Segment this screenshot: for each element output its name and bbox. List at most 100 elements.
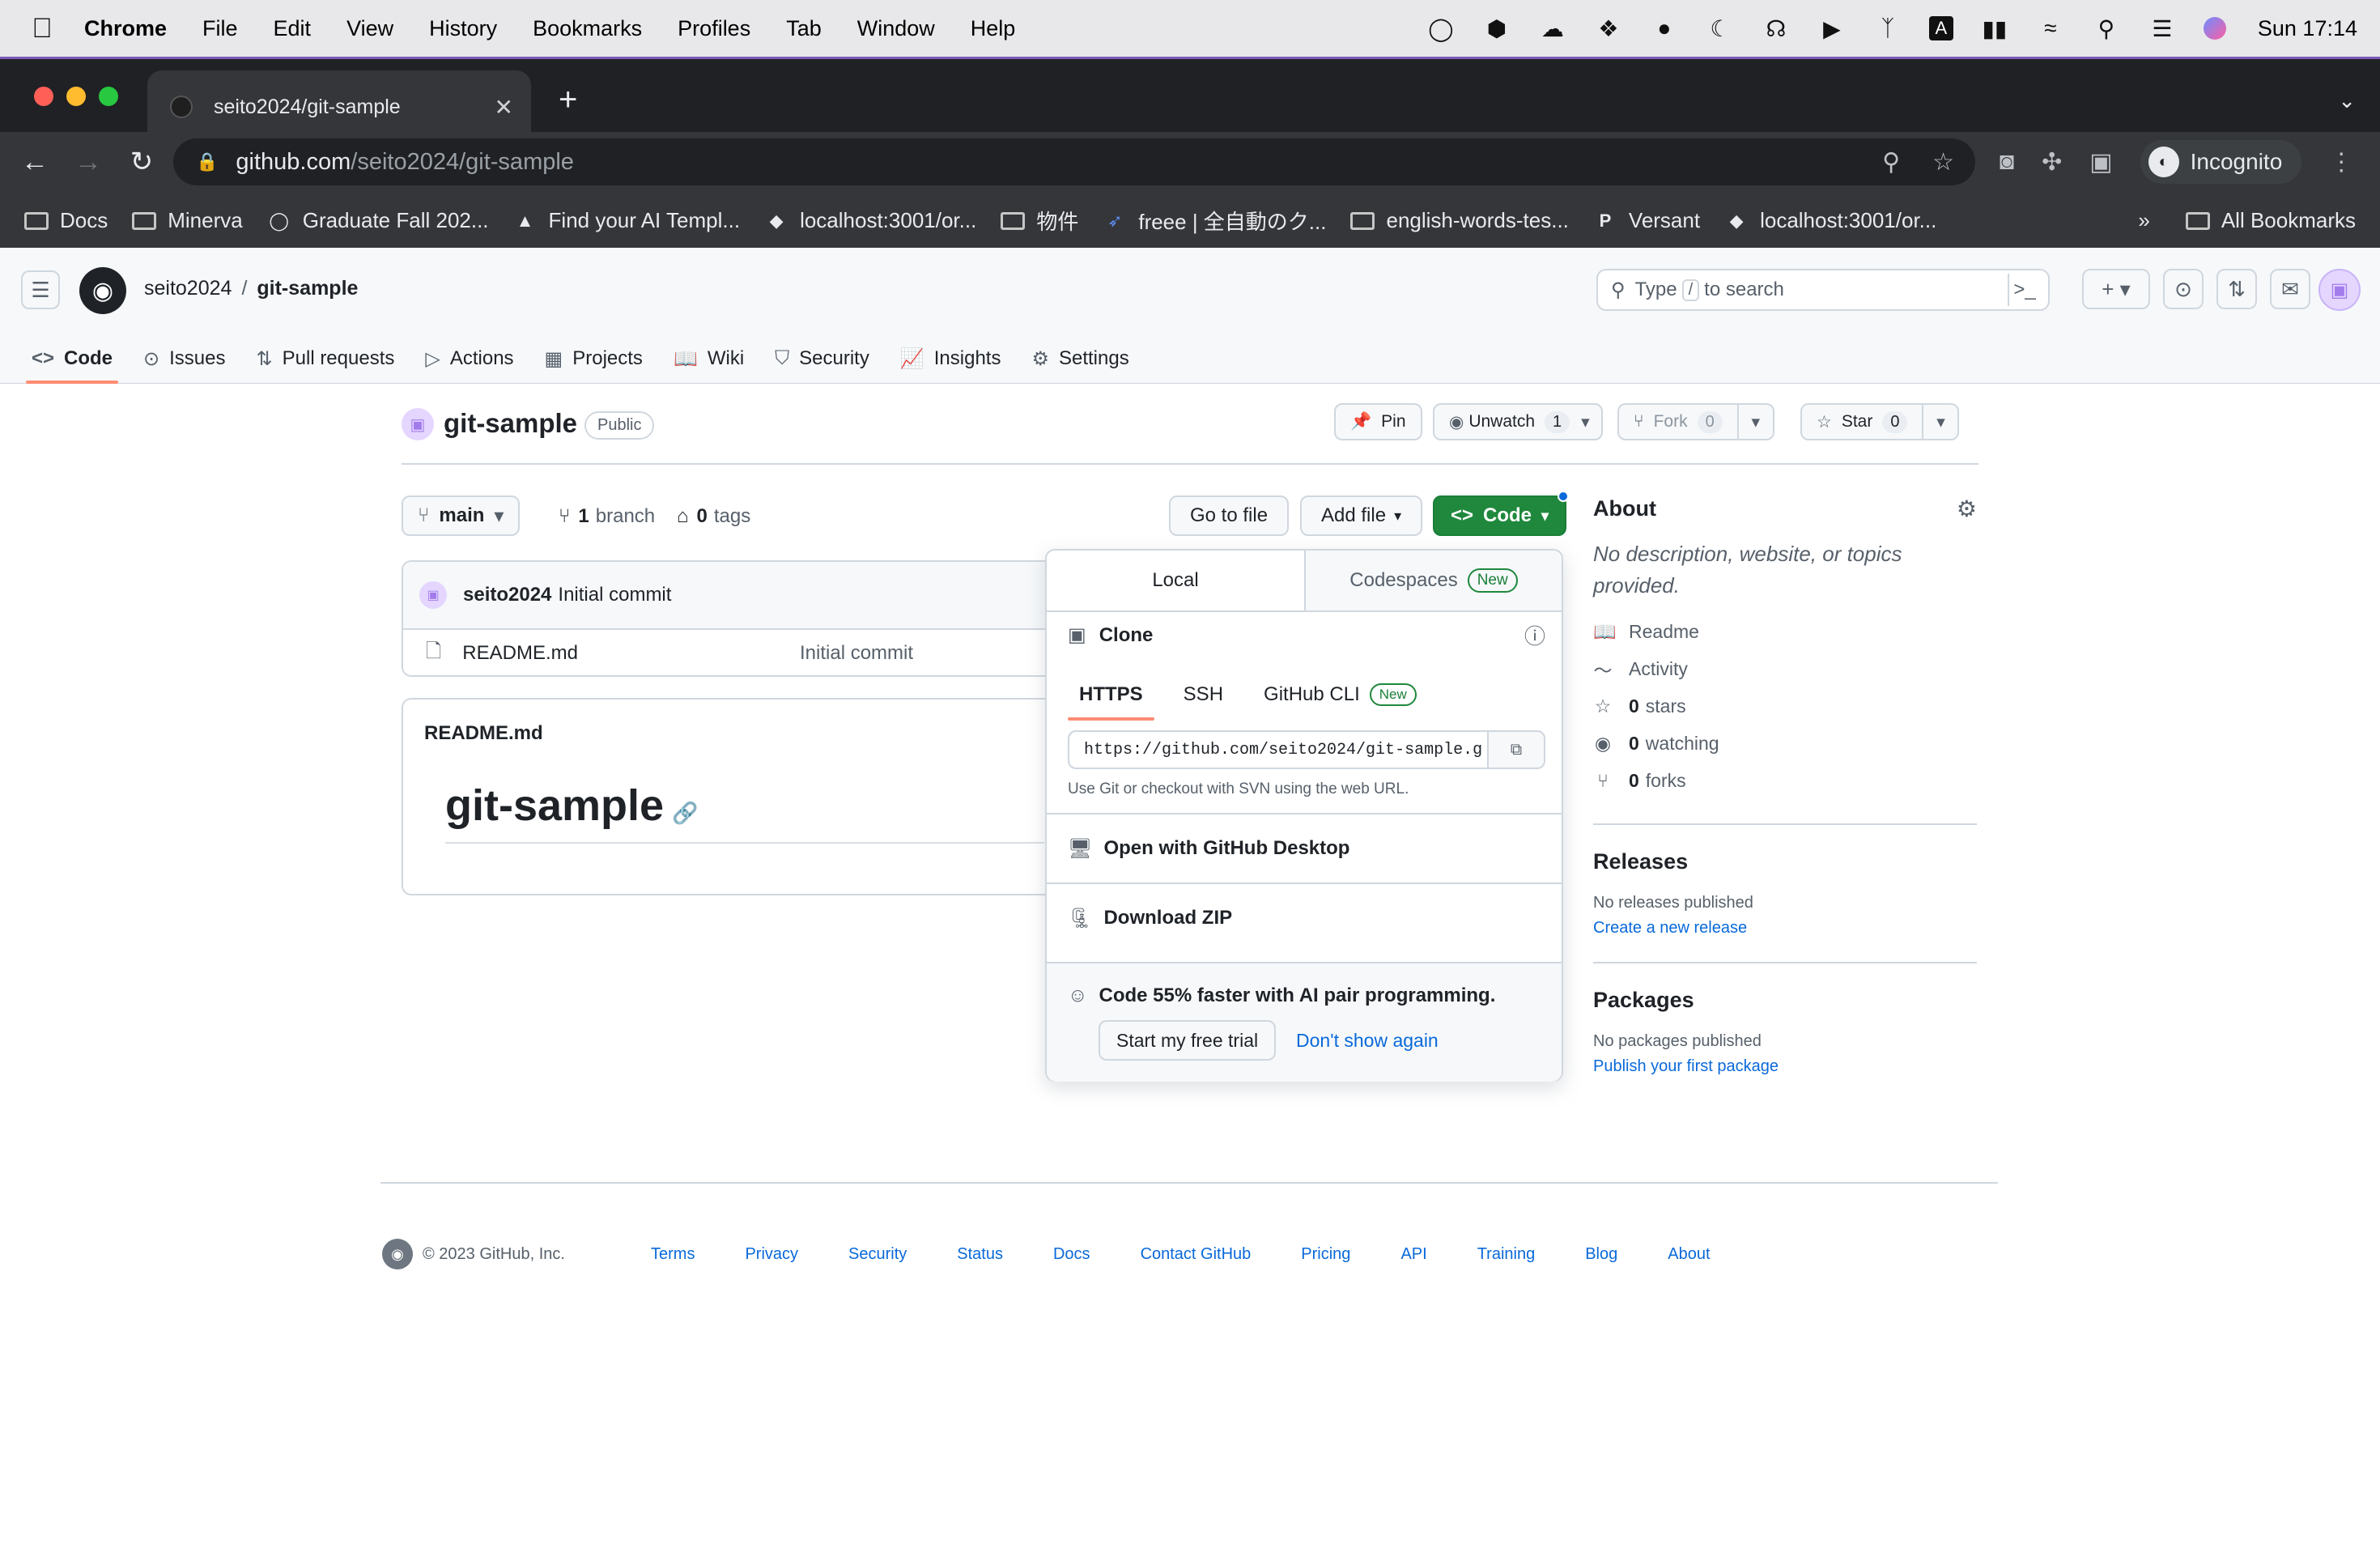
avatar[interactable]: ▣ (2318, 269, 2361, 311)
open-with-desktop-button[interactable]: 🖥 Open with GitHub Desktop (1047, 813, 1562, 882)
bookmark-item[interactable]: P Versant (1593, 208, 1701, 233)
forks-link[interactable]: ⑂ 0 forks (1593, 762, 1977, 799)
tab-code[interactable]: <> Code (18, 334, 126, 384)
menu-edit[interactable]: Edit (274, 16, 312, 41)
siri-icon[interactable] (2203, 17, 2226, 40)
activity-link[interactable]: 〜 Activity (1593, 650, 1977, 687)
wifi-icon[interactable]: ≈ (2036, 14, 2065, 43)
file-commit-message[interactable]: Initial commit (800, 642, 913, 665)
side-panel-icon[interactable]: ▣ (2089, 148, 2112, 176)
footer-link-docs[interactable]: Docs (1053, 1245, 1090, 1264)
star-dropdown-icon[interactable]: ▾ (1922, 405, 1957, 439)
gear-icon[interactable]: ⚙ (1957, 495, 1977, 522)
clone-url-value[interactable]: https://github.com/seito2024/git-sample.… (1069, 732, 1487, 768)
extensions-icon[interactable]: ✣ (2042, 148, 2062, 176)
fork-dropdown-icon[interactable]: ▾ (1736, 405, 1773, 439)
menu-bookmarks[interactable]: Bookmarks (533, 16, 642, 41)
close-window-button[interactable] (34, 87, 53, 106)
tab-insights[interactable]: 📈 Insights (886, 334, 1015, 384)
commit-author[interactable]: seito2024 (463, 584, 551, 606)
tab-actions[interactable]: ▷ Actions (411, 334, 527, 384)
profile-button[interactable]: ◐ Incognito (2140, 140, 2302, 184)
bookmarks-overflow-button[interactable]: » (2138, 208, 2149, 233)
1password-icon[interactable]: ◯ (1426, 14, 1456, 43)
breadcrumb-owner[interactable]: seito2024 (144, 277, 232, 300)
footer-link-pricing[interactable]: Pricing (1301, 1245, 1350, 1264)
menu-profiles[interactable]: Profiles (678, 16, 750, 41)
hamburger-menu-icon[interactable]: ☰ (21, 270, 60, 309)
menu-app-name[interactable]: Chrome (84, 16, 167, 41)
repo-owner-avatar[interactable]: ▣ (402, 408, 434, 440)
table-row[interactable]: 🗋 README.md Initial commit (403, 630, 1065, 677)
pull-requests-icon[interactable]: ⇅ (2216, 269, 2257, 309)
add-file-button[interactable]: Add file ▾ (1300, 495, 1423, 536)
zoom-window-button[interactable] (99, 87, 118, 106)
bluetooth-icon[interactable]: ᛉ (1873, 14, 1902, 43)
readme-link[interactable]: 📖 Readme (1593, 613, 1977, 650)
tab-issues[interactable]: ⊙ Issues (130, 334, 239, 384)
all-bookmarks-button[interactable]: All Bookmarks (2185, 208, 2356, 233)
tab-codespaces[interactable]: Codespaces New (1304, 551, 1562, 610)
bookmark-folder[interactable]: Minerva (132, 208, 243, 233)
site-info-icon[interactable]: 🔒 (196, 151, 218, 172)
bookmark-item[interactable]: ◯ Graduate Fall 202... (267, 208, 488, 233)
forward-icon[interactable]: → (70, 143, 107, 181)
tab-https[interactable]: HTTPS (1068, 677, 1154, 721)
tab-pull-requests[interactable]: ⇅ Pull requests (243, 334, 409, 384)
unwatch-button[interactable]: ◉ Unwatch 1 ▾ (1433, 403, 1603, 440)
issues-icon[interactable]: ⊙ (2163, 269, 2204, 309)
footer-link-privacy[interactable]: Privacy (745, 1245, 798, 1264)
go-to-file-button[interactable]: Go to file (1169, 495, 1290, 536)
menu-history[interactable]: History (429, 16, 497, 41)
dont-show-again-link[interactable]: Don't show again (1296, 1030, 1439, 1052)
moon-icon[interactable]: ☾ (1706, 14, 1735, 43)
tab-security[interactable]: ⛉ Security (761, 334, 883, 384)
tab-github-cli[interactable]: GitHub CLI New (1252, 677, 1428, 721)
command-palette-icon[interactable]: >_ (2008, 274, 2040, 306)
branches-link[interactable]: ⑂ 1 branch (559, 505, 655, 528)
chevron-down-icon[interactable]: ⌄ (2338, 88, 2356, 113)
apple-icon[interactable]:  (31, 13, 53, 44)
clone-url-field[interactable]: https://github.com/seito2024/git-sample.… (1068, 730, 1545, 769)
close-icon[interactable]: ✕ (495, 94, 513, 121)
footer-link-blog[interactable]: Blog (1585, 1245, 1617, 1264)
bookmark-item[interactable]: ➶ freee | 全自動のク... (1103, 206, 1326, 236)
menu-file[interactable]: File (202, 16, 238, 41)
watching-link[interactable]: ◉ 0 watching (1593, 725, 1977, 762)
footer-link-terms[interactable]: Terms (651, 1245, 695, 1264)
control-center-icon[interactable]: ☰ (2148, 14, 2177, 43)
tab-settings[interactable]: ⚙ Settings (1018, 334, 1142, 384)
spotlight-icon[interactable]: ⚲ (2092, 14, 2121, 43)
footer-link-api[interactable]: API (1400, 1245, 1426, 1264)
file-name[interactable]: README.md (462, 642, 578, 665)
commit-message[interactable]: Initial commit (558, 584, 671, 606)
tab-projects[interactable]: ▦ Projects (531, 334, 657, 384)
reload-icon[interactable]: ↻ (123, 143, 160, 181)
help-icon[interactable]: ⓘ (1524, 620, 1545, 650)
publish-package-link[interactable]: Publish your first package (1593, 1057, 1977, 1076)
breadcrumb-repo[interactable]: git-sample (257, 277, 358, 300)
copy-icon[interactable]: ⧉ (1487, 732, 1544, 768)
keyboard-a-icon[interactable]: A (1928, 16, 1953, 40)
inbox-icon[interactable]: ✉ (2270, 269, 2310, 309)
fork-button[interactable]: ⑂ Fork 0 ▾ (1617, 403, 1774, 440)
readme-filename[interactable]: README.md (424, 722, 543, 745)
footer-link-training[interactable]: Training (1477, 1245, 1536, 1264)
code-button[interactable]: <> Code ▾ (1433, 495, 1567, 536)
shield-icon[interactable]: ⬢ (1482, 14, 1511, 43)
link-icon[interactable]: 🔗 (672, 801, 698, 825)
menu-tab[interactable]: Tab (786, 16, 822, 41)
pin-button[interactable]: 📌 Pin (1334, 403, 1422, 440)
avatar[interactable]: ▣ (419, 581, 447, 609)
creative-cloud-icon[interactable]: ☁ (1538, 14, 1567, 43)
footer-link-security[interactable]: Security (848, 1245, 907, 1264)
menu-view[interactable]: View (346, 16, 393, 41)
play-icon[interactable]: ▶ (1817, 14, 1847, 43)
tab-wiki[interactable]: 📖 Wiki (660, 334, 758, 384)
releases-heading[interactable]: Releases (1593, 849, 1977, 874)
create-new-button[interactable]: + ▾ (2082, 269, 2150, 309)
bookmark-item[interactable]: ◆ localhost:3001/or... (764, 208, 977, 233)
headphones-icon[interactable]: ☊ (1762, 14, 1791, 43)
packages-heading[interactable]: Packages (1593, 988, 1977, 1013)
repo-name[interactable]: git-sample (444, 408, 577, 439)
